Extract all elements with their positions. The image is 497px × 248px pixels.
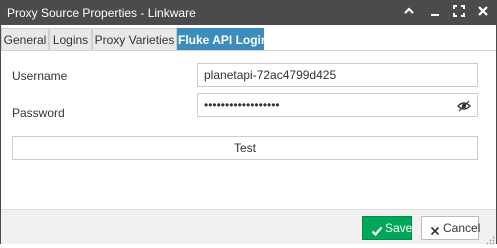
save-button[interactable]: Save (362, 216, 412, 240)
tab-proxy-varieties[interactable]: Proxy Varieties (92, 28, 177, 50)
x-icon (429, 222, 441, 236)
chevron-up-icon[interactable] (401, 5, 417, 21)
proxy-source-dialog: Proxy Source Properties - Linkware Gener… (0, 0, 497, 245)
cancel-label: Cancel (443, 221, 481, 235)
password-field[interactable]: •••••••••••••••••• (197, 93, 478, 117)
resize-grip-icon[interactable] (486, 234, 495, 245)
tab-logins[interactable]: Logins (49, 28, 92, 50)
expand-icon[interactable] (451, 5, 467, 21)
window-title: Proxy Source Properties - Linkware (7, 6, 196, 20)
tab-general[interactable]: General (1, 28, 49, 50)
username-field[interactable]: planetapi-72ac4799d425 (197, 63, 478, 87)
test-button[interactable]: Test (12, 136, 478, 160)
minimize-icon[interactable] (427, 5, 443, 21)
check-icon (371, 222, 383, 237)
save-label: Save (385, 221, 413, 235)
cancel-button[interactable]: Cancel (421, 216, 481, 240)
window-titlebar[interactable]: Proxy Source Properties - Linkware (1, 1, 496, 25)
tab-bar: General Logins Proxy Varieties Fluke API… (1, 28, 496, 51)
tab-fluke-api-login[interactable]: Fluke API Login (177, 28, 268, 50)
eye-icon[interactable] (457, 98, 471, 112)
close-icon[interactable] (475, 5, 491, 21)
password-label: Password (12, 106, 65, 120)
dialog-footer: Save Cancel (1, 209, 496, 245)
username-label: Username (12, 69, 68, 83)
password-value: •••••••••••••••••• (204, 98, 280, 112)
